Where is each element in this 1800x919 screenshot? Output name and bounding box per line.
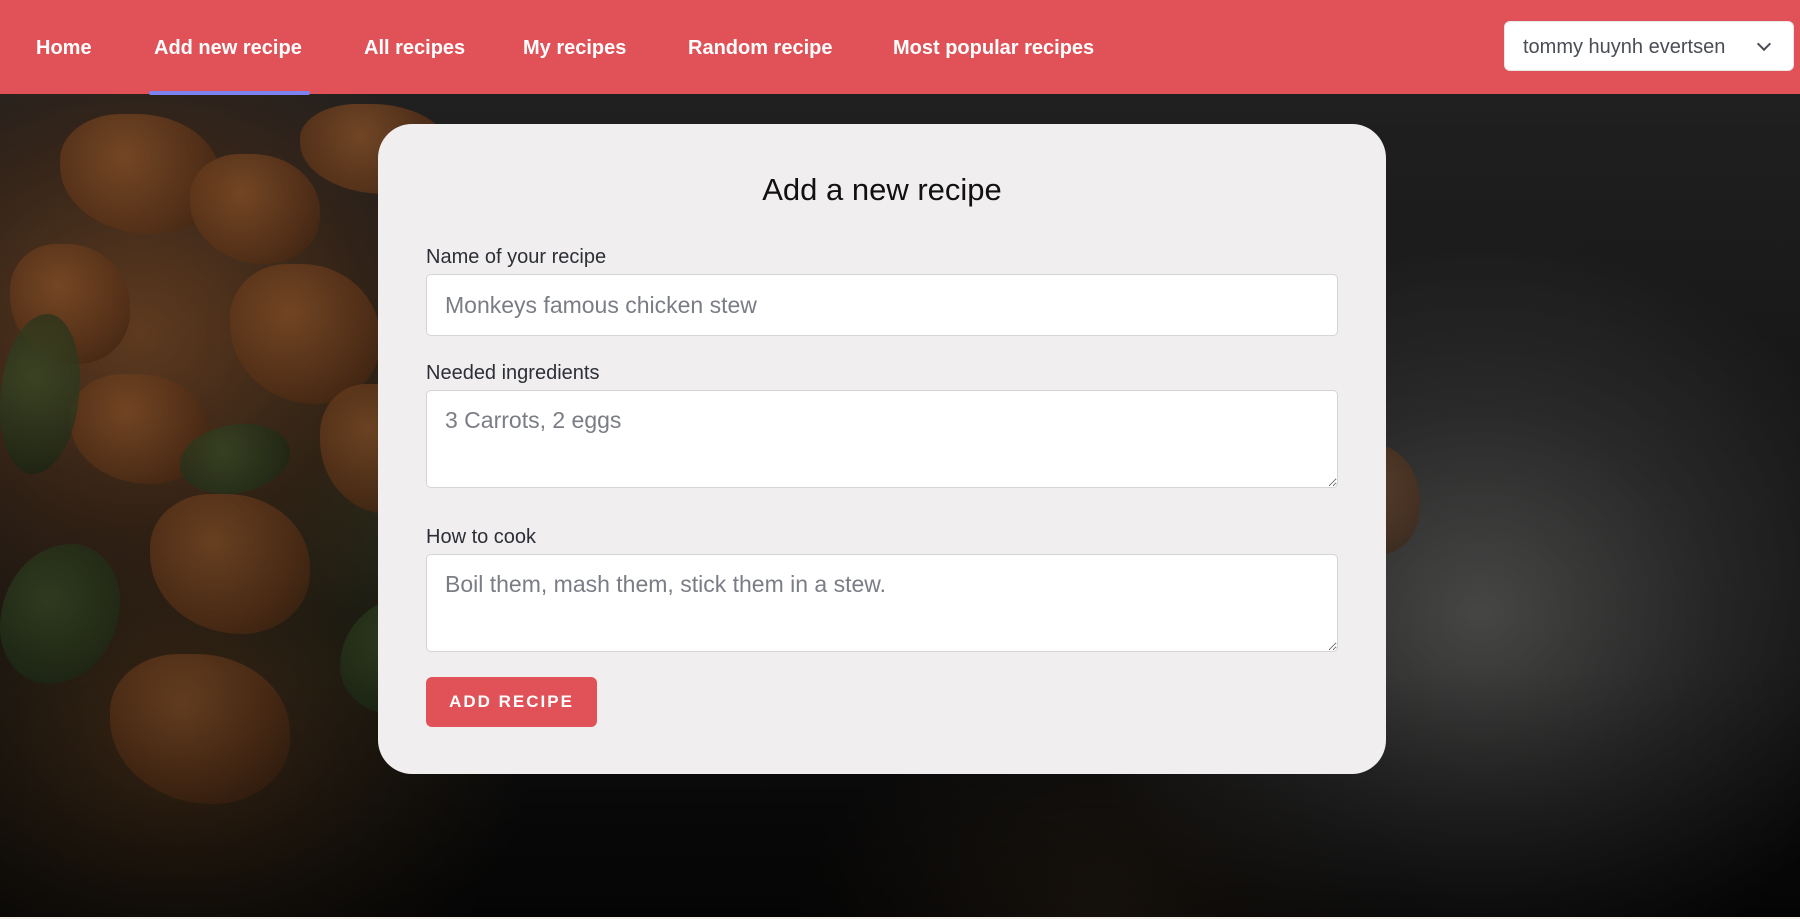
user-menu-dropdown[interactable]: tommy huynh evertsen [1504, 21, 1794, 71]
nav-add-new-recipe[interactable]: Add new recipe [154, 0, 302, 94]
how-to-cook-textarea[interactable] [426, 554, 1338, 652]
active-tab-indicator [149, 91, 310, 95]
recipe-name-label: Name of your recipe [426, 246, 607, 268]
add-recipe-form-card: Add a new recipe Name of your recipe Nee… [378, 124, 1386, 774]
how-to-cook-label: How to cook [426, 526, 537, 548]
add-recipe-button[interactable]: ADD RECIPE [426, 677, 597, 727]
nav-my-recipes[interactable]: My recipes [523, 0, 626, 94]
page: Home Add new recipe All recipes My recip… [0, 0, 1800, 919]
nav-all-recipes[interactable]: All recipes [364, 0, 465, 94]
top-navbar: Home Add new recipe All recipes My recip… [0, 0, 1800, 95]
form-title: Add a new recipe [762, 172, 1002, 207]
nav-random-recipe[interactable]: Random recipe [688, 0, 832, 94]
user-menu-selected: tommy huynh evertsen [1523, 36, 1726, 58]
nav-home[interactable]: Home [36, 0, 92, 94]
ingredients-textarea[interactable] [426, 390, 1338, 488]
ingredients-label: Needed ingredients [426, 362, 600, 384]
recipe-name-input[interactable] [426, 274, 1338, 336]
chevron-down-icon [1756, 36, 1772, 52]
nav-most-popular-recipes[interactable]: Most popular recipes [893, 0, 1094, 94]
